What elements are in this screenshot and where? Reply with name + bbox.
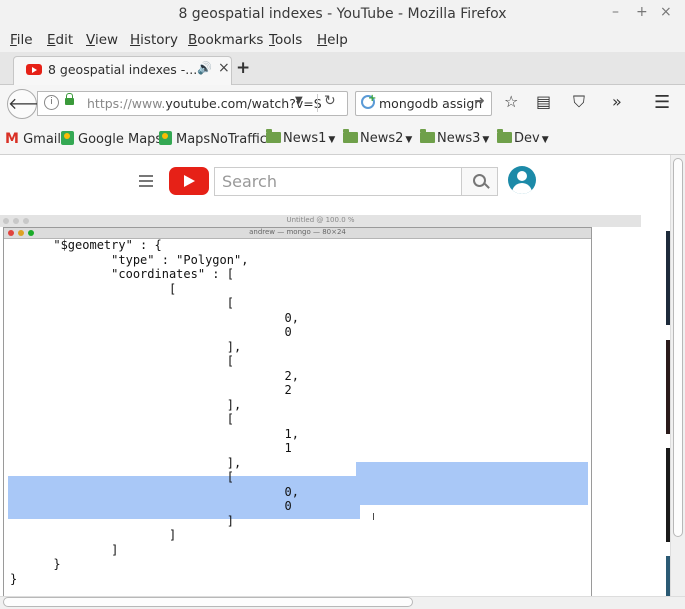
menu-edit[interactable]: Edit (47, 32, 73, 48)
tab-title: 8 geospatial indexes -... (48, 62, 198, 77)
close-window-button[interactable]: × (660, 4, 672, 20)
overflow-chevron-icon[interactable]: » (612, 92, 622, 111)
video-outer-window-title: Untitled @ 100.0 % (286, 216, 355, 224)
avatar[interactable] (508, 166, 536, 194)
search-bar[interactable]: + mongodb assign ➜ (355, 91, 492, 116)
video-terminal-window: andrew — mongo — 80×24 "$geometry" : { "… (3, 227, 592, 596)
bookmark-label: Google Maps (78, 132, 163, 147)
guide-menu-icon[interactable] (139, 175, 153, 187)
chevron-down-icon: ▼ (405, 135, 413, 145)
bookmark-label: News1 (283, 131, 327, 146)
pocket-icon[interactable]: ⛉ (573, 92, 585, 112)
bookmark-label: Gmail (23, 132, 62, 147)
menu-bar: File Edit View History Bookmarks Tools H… (0, 30, 685, 52)
bookmark-folder-news3[interactable]: News3 ▼ (420, 129, 490, 146)
new-tab-button[interactable]: + (236, 58, 250, 78)
related-videos-strip (653, 215, 670, 596)
bookmark-folder-news1[interactable]: News1 ▼ (266, 129, 336, 146)
menu-help[interactable]: Help (317, 32, 348, 48)
url-bar[interactable]: i https://www.youtube.com/watch?v=S ▼ ↻ (37, 91, 348, 116)
bookmark-folder-dev[interactable]: Dev ▼ (497, 129, 549, 146)
text-cursor-icon: I (372, 512, 375, 523)
terminal-code: "$geometry" : { "type" : "Polygon", "coo… (10, 238, 299, 586)
youtube-search-button[interactable] (461, 167, 498, 196)
menu-history[interactable]: History (130, 32, 178, 48)
bookmark-mapsnotraffic[interactable]: MapsNoTraffic (159, 131, 267, 147)
url-prefix: https://www. (87, 96, 166, 111)
search-go-icon[interactable]: ➜ (474, 94, 485, 109)
hamburger-menu-icon[interactable]: ☰ (654, 92, 670, 113)
bookmark-gmail[interactable]: M Gmail (5, 131, 61, 147)
chevron-down-icon: ▼ (541, 135, 549, 145)
maximize-button[interactable]: + (636, 4, 648, 20)
url-dropdown-icon[interactable]: ▼ (295, 95, 303, 106)
search-icon (473, 174, 486, 187)
terminal-title: andrew — mongo — 80×24 (249, 228, 346, 236)
page-content: Search Untitled @ 100.0 % andrew — mongo… (0, 155, 670, 596)
maps-icon (61, 131, 74, 145)
video-outer-window-bar: Untitled @ 100.0 % (0, 215, 641, 227)
add-search-plus-icon: + (368, 93, 377, 104)
youtube-logo[interactable] (169, 167, 209, 195)
lock-icon (65, 93, 74, 105)
speaker-icon[interactable]: 🔊 (197, 61, 212, 75)
search-input[interactable]: mongodb assign (379, 96, 482, 111)
folder-icon (266, 129, 281, 143)
back-button[interactable]: 🡐 (7, 89, 51, 119)
url-separator (317, 94, 318, 112)
menu-bookmarks[interactable]: Bookmarks (188, 32, 263, 48)
window-title-bar: 8 geospatial indexes - YouTube - Mozilla… (0, 0, 685, 30)
url-path: /watch?v=S (247, 96, 322, 111)
bookmark-folder-news2[interactable]: News2 ▼ (343, 129, 413, 146)
minimize-button[interactable]: – (612, 4, 619, 20)
youtube-header: Search (0, 155, 670, 209)
chevron-down-icon: ▼ (328, 135, 336, 145)
menu-tools[interactable]: Tools (269, 32, 302, 48)
info-icon[interactable]: i (44, 95, 59, 110)
bookmark-label: News2 (360, 131, 404, 146)
youtube-search-input[interactable]: Search (214, 167, 463, 196)
bookmark-label: News3 (437, 131, 481, 146)
horizontal-scrollbar-thumb[interactable] (3, 597, 413, 607)
menu-file[interactable]: File (10, 32, 33, 48)
maps-icon (159, 131, 172, 145)
folder-icon (343, 129, 358, 143)
bookmark-label: MapsNoTraffic (176, 132, 267, 147)
tab-close-button[interactable]: × (218, 60, 230, 76)
menu-view[interactable]: View (86, 32, 118, 48)
window-title: 8 geospatial indexes - YouTube - Mozilla… (178, 6, 507, 22)
reload-icon[interactable]: ↻ (324, 93, 336, 109)
gmail-icon: M (5, 131, 19, 147)
url-domain: youtube.com (165, 96, 248, 111)
search-placeholder: Search (222, 172, 277, 191)
tab-youtube[interactable]: 8 geospatial indexes -... 🔊 × (13, 56, 232, 85)
bookmark-google-maps[interactable]: Google Maps (61, 131, 162, 147)
text-selection-highlight (356, 462, 588, 476)
video-player[interactable]: Untitled @ 100.0 % andrew — mongo — 80×2… (0, 215, 641, 596)
folder-icon (497, 129, 512, 143)
bookmark-label: Dev (514, 131, 540, 146)
reading-list-icon[interactable]: ▤ (536, 92, 551, 111)
folder-icon (420, 129, 435, 143)
chevron-down-icon: ▼ (482, 135, 490, 145)
url-text[interactable]: https://www.youtube.com/watch?v=S (87, 96, 322, 111)
youtube-favicon-icon (26, 64, 42, 75)
vertical-scrollbar-thumb[interactable] (673, 158, 683, 537)
bookmark-star-icon[interactable]: ☆ (504, 92, 518, 111)
